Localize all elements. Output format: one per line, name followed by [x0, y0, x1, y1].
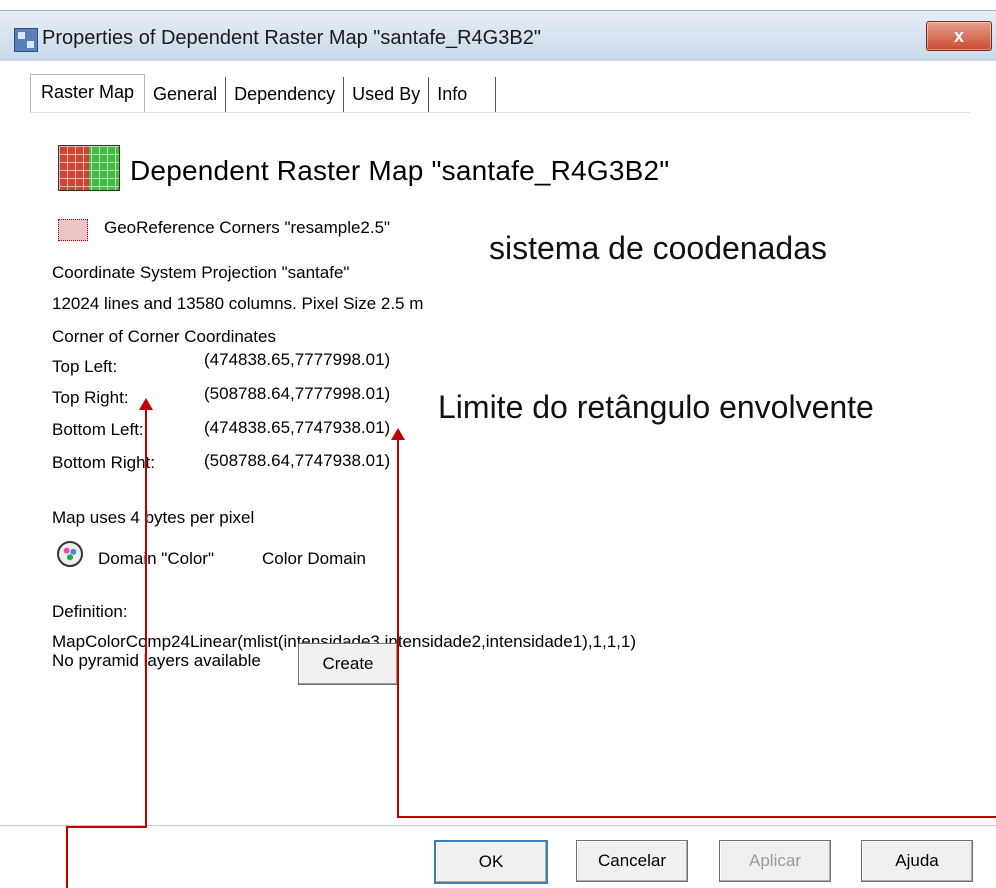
cancel-button[interactable]: Cancelar: [576, 840, 688, 882]
corner-value-bottom-left: (474838.65,7747938.01): [204, 418, 391, 437]
tab-info[interactable]: Info: [429, 77, 497, 112]
tab-strip: Raster Map General Dependency Used By In…: [30, 74, 497, 112]
definition-label: Definition:: [52, 602, 128, 621]
window-title: Properties of Dependent Raster Map "sant…: [42, 27, 541, 49]
corner-label-top-right: Top Right:: [52, 388, 129, 407]
ok-button[interactable]: OK: [434, 840, 548, 884]
corner-title: Corner of Corner Coordinates: [52, 327, 276, 346]
corner-label-top-left: Top Left:: [52, 357, 118, 376]
close-icon: x: [953, 25, 964, 46]
corner-label-bottom-left: Bottom Left:: [52, 420, 144, 439]
footer-divider: [0, 825, 996, 826]
corner-label-bottom-right: Bottom Right:: [52, 453, 155, 472]
bytes-text: Map uses 4 bytes per pixel: [52, 508, 255, 527]
corner-value-top-right: (508788.64,7777998.01): [204, 384, 391, 403]
properties-dialog: Properties of Dependent Raster Map "sant…: [0, 0, 996, 888]
map-heading: Dependent Raster Map "santafe_R4G3B2": [130, 155, 670, 186]
domain-type-text: Color Domain: [262, 549, 366, 568]
bounding-rectangle-annotation: Limite do retângulo envolvente: [438, 389, 874, 425]
tab-used-by[interactable]: Used By: [344, 77, 430, 112]
coordinate-system-annotation: sistema de coodenadas: [489, 230, 827, 266]
color-domain-icon: [57, 541, 83, 567]
georeference-text: GeoReference Corners "resample2.5": [104, 218, 391, 237]
annotation-arrowhead-right: [391, 428, 405, 440]
help-button[interactable]: Ajuda: [861, 840, 973, 882]
corner-value-top-left: (474838.65,7777998.01): [204, 350, 391, 369]
annotation-arrowhead-left: [139, 398, 153, 410]
georeference-icon: [58, 219, 88, 241]
raster-map-icon: [58, 145, 120, 191]
dimensions-text: 12024 lines and 13580 columns. Pixel Siz…: [52, 294, 424, 313]
pyramid-text: No pyramid layers available: [52, 651, 261, 670]
annotation-arrow-line-vertical-left-lower: [66, 826, 68, 888]
create-pyramid-button[interactable]: Create: [298, 643, 398, 685]
coordinate-system-text: Coordinate System Projection "santafe": [52, 263, 350, 282]
close-button[interactable]: x: [926, 21, 992, 51]
tab-dependency[interactable]: Dependency: [226, 77, 345, 112]
annotation-arrow-line-vertical-left: [145, 410, 147, 828]
annotation-arrow-line-horizontal-left: [66, 826, 147, 828]
annotation-arrow-line-horizontal-right: [397, 816, 996, 818]
corner-value-bottom-right: (508788.64,7747938.01): [204, 451, 391, 470]
tab-raster-map[interactable]: Raster Map: [30, 74, 146, 112]
apply-button[interactable]: Aplicar: [719, 840, 831, 882]
app-icon: [14, 28, 38, 52]
tab-general[interactable]: General: [145, 77, 227, 112]
annotation-arrow-line-vertical-right: [397, 440, 399, 818]
title-bar[interactable]: Properties of Dependent Raster Map "sant…: [0, 10, 996, 61]
domain-text: Domain "Color": [98, 549, 214, 568]
